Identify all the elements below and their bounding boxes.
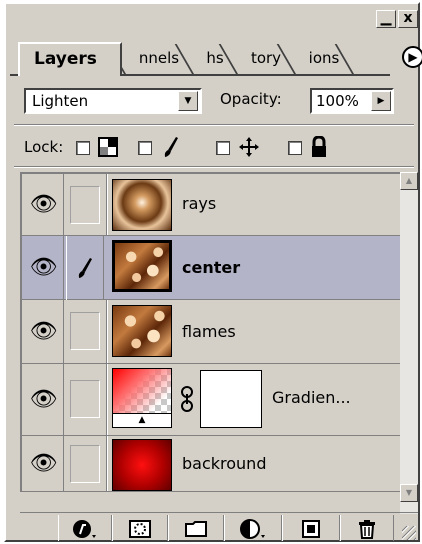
layers-toolbar: [20, 512, 418, 542]
vertical-scrollbar[interactable]: ▲ ▼: [400, 172, 418, 514]
layer-thumbnail[interactable]: [112, 439, 172, 491]
layer-row-flames[interactable]: 👁 flames: [22, 300, 402, 364]
divider: [14, 124, 414, 126]
tab-channels[interactable]: nnels: [126, 44, 192, 74]
trash-icon[interactable]: [340, 515, 394, 541]
layer-row-backround[interactable]: 👁 backround: [22, 436, 402, 492]
triangle-right-icon[interactable]: ▶: [371, 91, 391, 111]
divider: [14, 166, 414, 168]
layer-row-rays[interactable]: 👁 rays: [22, 174, 402, 236]
layer-thumbnail[interactable]: [112, 240, 172, 292]
lock-label: Lock:: [24, 138, 64, 156]
layer-mask-thumbnail[interactable]: [200, 370, 262, 428]
layer-name[interactable]: Gradien...: [272, 388, 351, 407]
link-toggle[interactable]: [70, 312, 100, 350]
layer-thumbnail[interactable]: [112, 368, 172, 414]
chevron-down-icon[interactable]: ▼: [178, 91, 198, 111]
layer-name[interactable]: center: [182, 258, 240, 277]
blend-mode-select[interactable]: Lighten ▼: [24, 88, 202, 114]
scroll-up-arrow-icon[interactable]: ▲: [400, 172, 418, 190]
layer-row-center[interactable]: 👁 center: [22, 236, 402, 300]
layer-mask-icon[interactable]: [112, 515, 168, 541]
blend-mode-value: Lighten: [32, 92, 89, 110]
link-toggle[interactable]: [70, 186, 100, 224]
chain-link-icon[interactable]: [180, 386, 194, 417]
close-button[interactable]: x: [398, 10, 418, 28]
padlock-icon: [310, 135, 328, 164]
brush-icon: [66, 236, 104, 300]
layer-row-gradient[interactable]: 👁 ▲ Gradien...: [22, 364, 402, 436]
layer-name[interactable]: backround: [182, 454, 266, 473]
move-arrows-icon: [238, 136, 260, 164]
lock-transparency-checkbox[interactable]: [76, 141, 90, 155]
eye-icon[interactable]: 👁: [24, 236, 64, 300]
layer-thumbnail[interactable]: [112, 305, 172, 357]
layer-name[interactable]: flames: [182, 322, 236, 341]
new-layer-set-icon[interactable]: [168, 515, 224, 541]
adjustment-layer-icon[interactable]: [224, 515, 282, 541]
triangle-right-icon: ▶: [408, 50, 418, 64]
lock-position-checkbox[interactable]: [216, 141, 230, 155]
lock-all-checkbox[interactable]: [288, 141, 302, 155]
minimize-button[interactable]: ▁: [376, 10, 396, 28]
eye-icon[interactable]: 👁: [24, 436, 64, 492]
resize-grip[interactable]: [402, 526, 416, 540]
brush-icon: [162, 136, 180, 164]
link-toggle[interactable]: [70, 380, 100, 418]
opacity-field[interactable]: 100% ▶: [310, 88, 394, 114]
gradient-fill-icon: ▲: [112, 414, 172, 428]
palette-menu-button[interactable]: ▶: [402, 46, 422, 68]
layers-list: 👁 rays 👁 center 👁 flames 👁 ▲ Gradien... …: [20, 172, 402, 492]
layers-palette: ▁ x Layers nnels hs tory ions ▶ Lighten …: [4, 2, 422, 542]
new-layer-icon[interactable]: [282, 515, 340, 541]
eye-icon[interactable]: 👁: [24, 300, 64, 364]
layer-thumbnail[interactable]: [112, 179, 172, 231]
eye-icon[interactable]: 👁: [24, 174, 64, 236]
tab-layers[interactable]: Layers: [18, 42, 122, 76]
scroll-down-arrow-icon[interactable]: ▼: [400, 484, 418, 502]
layer-style-icon[interactable]: [58, 515, 112, 541]
transparency-grid-icon: [98, 137, 118, 163]
lock-pixels-checkbox[interactable]: [138, 141, 152, 155]
opacity-label: Opacity:: [220, 90, 282, 108]
link-toggle[interactable]: [70, 445, 100, 483]
eye-icon[interactable]: 👁: [24, 364, 64, 436]
layer-name[interactable]: rays: [182, 194, 216, 213]
opacity-value: 100%: [316, 92, 359, 110]
